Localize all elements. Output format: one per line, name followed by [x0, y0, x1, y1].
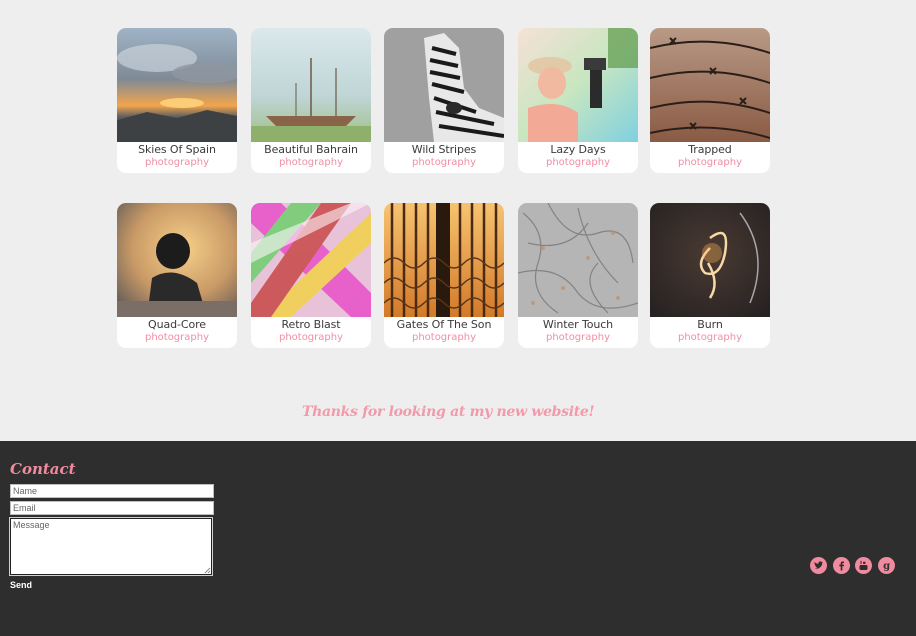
card-title[interactable]: Lazy Days — [518, 142, 638, 157]
thumbnail-winter-touch[interactable] — [518, 203, 638, 317]
gallery-card-lazy-days[interactable]: Lazy Days photography — [518, 28, 638, 173]
contact-heading: Contact — [10, 460, 76, 478]
thumbnail-lazy-days[interactable] — [518, 28, 638, 142]
card-category[interactable]: photography — [384, 332, 504, 344]
thumbnail-quad-core[interactable] — [117, 203, 237, 317]
card-title[interactable]: Burn — [650, 317, 770, 332]
card-title[interactable]: Winter Touch — [518, 317, 638, 332]
gallery-card-trapped[interactable]: Trapped photography — [650, 28, 770, 173]
card-category[interactable]: photography — [650, 157, 770, 169]
card-category[interactable]: photography — [117, 332, 237, 344]
gallery-card-wild-stripes[interactable]: Wild Stripes photography — [384, 28, 504, 173]
gallery-card-retro-blast[interactable]: Retro Blast photography — [251, 203, 371, 348]
resize-grip-icon[interactable] — [203, 566, 211, 574]
gallery-card-quad-core[interactable]: Quad-Core photography — [117, 203, 237, 348]
message-field[interactable] — [9, 517, 213, 576]
thumbnail-retro-blast[interactable] — [251, 203, 371, 317]
thumbnail-beautiful-bahrain[interactable] — [251, 28, 371, 142]
email-field[interactable] — [10, 501, 214, 515]
svg-text:g: g — [883, 561, 890, 572]
card-title[interactable]: Quad-Core — [117, 317, 237, 332]
card-category[interactable]: photography — [518, 332, 638, 344]
gallery-card-skies-of-spain[interactable]: Skies Of Spain photography — [117, 28, 237, 173]
card-category[interactable]: photography — [251, 332, 371, 344]
card-title[interactable]: Gates Of The Son — [384, 317, 504, 332]
card-title[interactable]: Beautiful Bahrain — [251, 142, 371, 157]
thumbnail-burn[interactable] — [650, 203, 770, 317]
gallery-card-winter-touch[interactable]: Winter Touch photography — [518, 203, 638, 348]
youtube-icon[interactable] — [855, 557, 872, 574]
card-title[interactable]: Skies Of Spain — [117, 142, 237, 157]
card-category[interactable]: photography — [650, 332, 770, 344]
google-plus-icon[interactable]: g — [878, 557, 895, 574]
gallery-card-gates-of-the-son[interactable]: Gates Of The Son photography — [384, 203, 504, 348]
gallery-card-beautiful-bahrain[interactable]: Beautiful Bahrain photography — [251, 28, 371, 173]
card-title[interactable]: Retro Blast — [251, 317, 371, 332]
thumbnail-skies-of-spain[interactable] — [117, 28, 237, 142]
thumbnail-trapped[interactable] — [650, 28, 770, 142]
card-title[interactable]: Wild Stripes — [384, 142, 504, 157]
thumbnail-gates-of-the-son[interactable] — [384, 203, 504, 317]
twitter-icon[interactable] — [810, 557, 827, 574]
card-category[interactable]: photography — [117, 157, 237, 169]
card-category[interactable]: photography — [384, 157, 504, 169]
thumbnail-wild-stripes[interactable] — [384, 28, 504, 142]
name-field[interactable] — [10, 484, 214, 498]
thanks-message: Thanks for looking at my new website! — [302, 404, 595, 420]
card-category[interactable]: photography — [251, 157, 371, 169]
card-title[interactable]: Trapped — [650, 142, 770, 157]
footer: Contact Send g — [0, 441, 916, 636]
facebook-icon[interactable] — [833, 557, 850, 574]
card-category[interactable]: photography — [518, 157, 638, 169]
send-button[interactable]: Send — [10, 580, 32, 590]
gallery-card-burn[interactable]: Burn photography — [650, 203, 770, 348]
